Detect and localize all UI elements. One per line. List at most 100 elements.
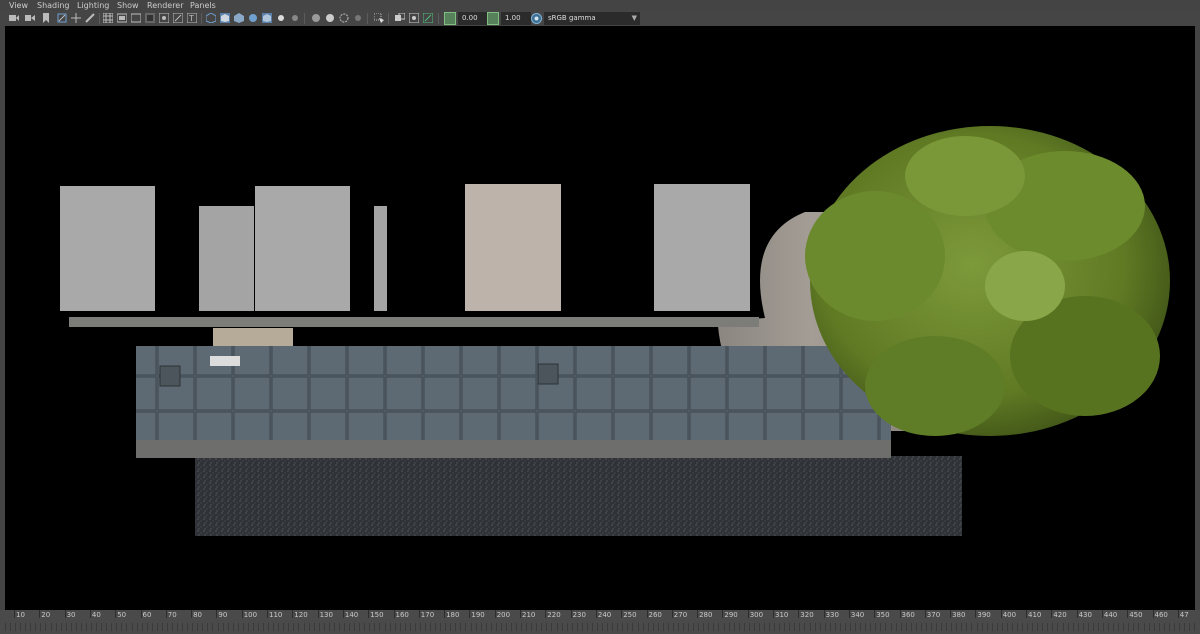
timeline-minor-tick (45, 623, 47, 631)
gate-mask-icon[interactable] (145, 13, 155, 23)
grid-icon[interactable] (103, 13, 113, 23)
anti-aliasing-icon[interactable] (339, 13, 349, 23)
lights-icon[interactable] (276, 13, 286, 23)
timeline-minor-tick (1037, 623, 1039, 631)
timeline-minor-tick (531, 623, 533, 631)
svg-text:T: T (188, 14, 194, 23)
timeline-minor-tick (505, 623, 507, 631)
timeline-minor-tick (769, 623, 771, 631)
depth-of-field-icon[interactable] (353, 13, 363, 23)
timeline-tick (241, 610, 243, 618)
timeline-minor-tick (622, 623, 624, 631)
motion-blur-icon[interactable] (325, 13, 335, 23)
timeline-minor-tick (607, 623, 609, 631)
isolate-select-icon[interactable] (374, 13, 384, 23)
timeline-minor-tick (1128, 623, 1130, 631)
wireframe-icon[interactable] (206, 13, 216, 23)
timeline-tick-label: 390 (977, 611, 991, 619)
timeline-minor-tick (875, 623, 877, 631)
drain-cover (537, 363, 559, 385)
menu-view[interactable]: View (9, 0, 28, 11)
default-material-icon[interactable] (234, 13, 244, 23)
smooth-shade-icon[interactable] (220, 13, 230, 23)
timeline-tick (89, 610, 91, 618)
timeline-tick (722, 610, 724, 618)
timeline-minor-tick (733, 623, 735, 631)
menu-lighting[interactable]: Lighting (77, 0, 109, 11)
timeline-minor-tick (389, 623, 391, 631)
exposure-field[interactable]: 0.00 (458, 12, 488, 25)
timeline-tick (1000, 610, 1002, 618)
timeline-minor-tick (80, 623, 82, 631)
menu-panels[interactable]: Panels (190, 0, 216, 11)
timeline-minor-tick (450, 623, 452, 631)
xray-joints-icon[interactable] (409, 13, 419, 23)
timeline-tick-label: 180 (446, 611, 460, 619)
pencil-icon[interactable] (85, 13, 95, 23)
timeline-minor-tick (288, 623, 290, 631)
exposure-icon[interactable] (444, 12, 456, 25)
timeline-minor-tick (662, 623, 664, 631)
view-transform-dropdown[interactable]: sRGB gamma ▼ (544, 12, 640, 25)
timeline-minor-tick (328, 623, 330, 631)
timeline-minor-tick (657, 623, 659, 631)
menu-renderer[interactable]: Renderer (147, 0, 184, 11)
screen-ao-icon[interactable] (311, 13, 321, 23)
timeline-minor-tick (171, 623, 173, 631)
timeline-minor-tick (1022, 623, 1024, 631)
gray-plane (60, 186, 155, 311)
timeline-minor-tick (374, 623, 376, 631)
xray-icon[interactable] (395, 13, 405, 23)
safe-title-icon[interactable]: T (187, 13, 197, 23)
timeline-minor-tick (789, 623, 791, 631)
timeline-minor-tick (1148, 623, 1150, 631)
shadows-icon[interactable] (290, 13, 300, 23)
timeline-tick-label: 310 (775, 611, 789, 619)
timeline-tick (191, 610, 193, 618)
timeline-minor-tick (758, 623, 760, 631)
safe-action-icon[interactable] (173, 13, 183, 23)
timeline-minor-tick (723, 623, 725, 631)
resolution-gate-icon[interactable] (131, 13, 141, 23)
textured-icon[interactable] (262, 13, 272, 23)
field-chart-icon[interactable] (159, 13, 169, 23)
film-gate-icon[interactable] (117, 13, 127, 23)
timeline-minor-tick (258, 623, 259, 631)
timeline-tick-label: 110 (269, 611, 283, 619)
timeline-minor-tick (1052, 623, 1054, 631)
menu-show[interactable]: Show (117, 0, 139, 11)
image-plane-icon[interactable] (57, 13, 67, 23)
backface-culling-icon[interactable] (423, 13, 433, 23)
menu-shading[interactable]: Shading (37, 0, 70, 11)
camera-icon[interactable] (9, 13, 19, 23)
gamma-icon[interactable] (487, 12, 499, 25)
timeline-minor-tick (40, 623, 42, 631)
camera-lock-icon[interactable] (25, 13, 35, 23)
color-management-icon[interactable] (531, 13, 542, 24)
timeline-minor-tick (1006, 623, 1008, 631)
toolbar-separator (438, 13, 439, 24)
grid-view-icon[interactable] (71, 13, 81, 23)
timeline-minor-tick (667, 623, 669, 631)
timeline-minor-tick (465, 623, 467, 631)
timeline-minor-tick (1077, 623, 1079, 631)
timeline-minor-tick (495, 623, 497, 631)
timeline-minor-tick (460, 623, 462, 631)
toolbar-separator (99, 13, 100, 24)
timeline-minor-tick (25, 623, 27, 631)
timeline-minor-tick (1042, 623, 1044, 631)
bookmark-icon[interactable] (41, 13, 51, 23)
timeline-minor-tick (166, 623, 168, 631)
shaded-wireframe-icon[interactable] (248, 13, 258, 23)
timeline-minor-tick (298, 623, 300, 631)
viewport-3d[interactable] (5, 26, 1195, 610)
time-slider[interactable]: 10 20 30 40 50 60 70 80 90 100 110 120 130 140 150 160 1… (0, 610, 1200, 634)
timeline-minor-tick (116, 623, 118, 631)
gamma-field[interactable]: 1.00 (501, 12, 531, 25)
timeline-minor-tick (632, 623, 634, 631)
timeline-tick (140, 610, 142, 618)
timeline-minor-tick (814, 623, 816, 631)
timeline-minor-tick (379, 623, 381, 631)
timeline-tick (950, 610, 952, 618)
timeline-minor-tick (946, 623, 948, 631)
